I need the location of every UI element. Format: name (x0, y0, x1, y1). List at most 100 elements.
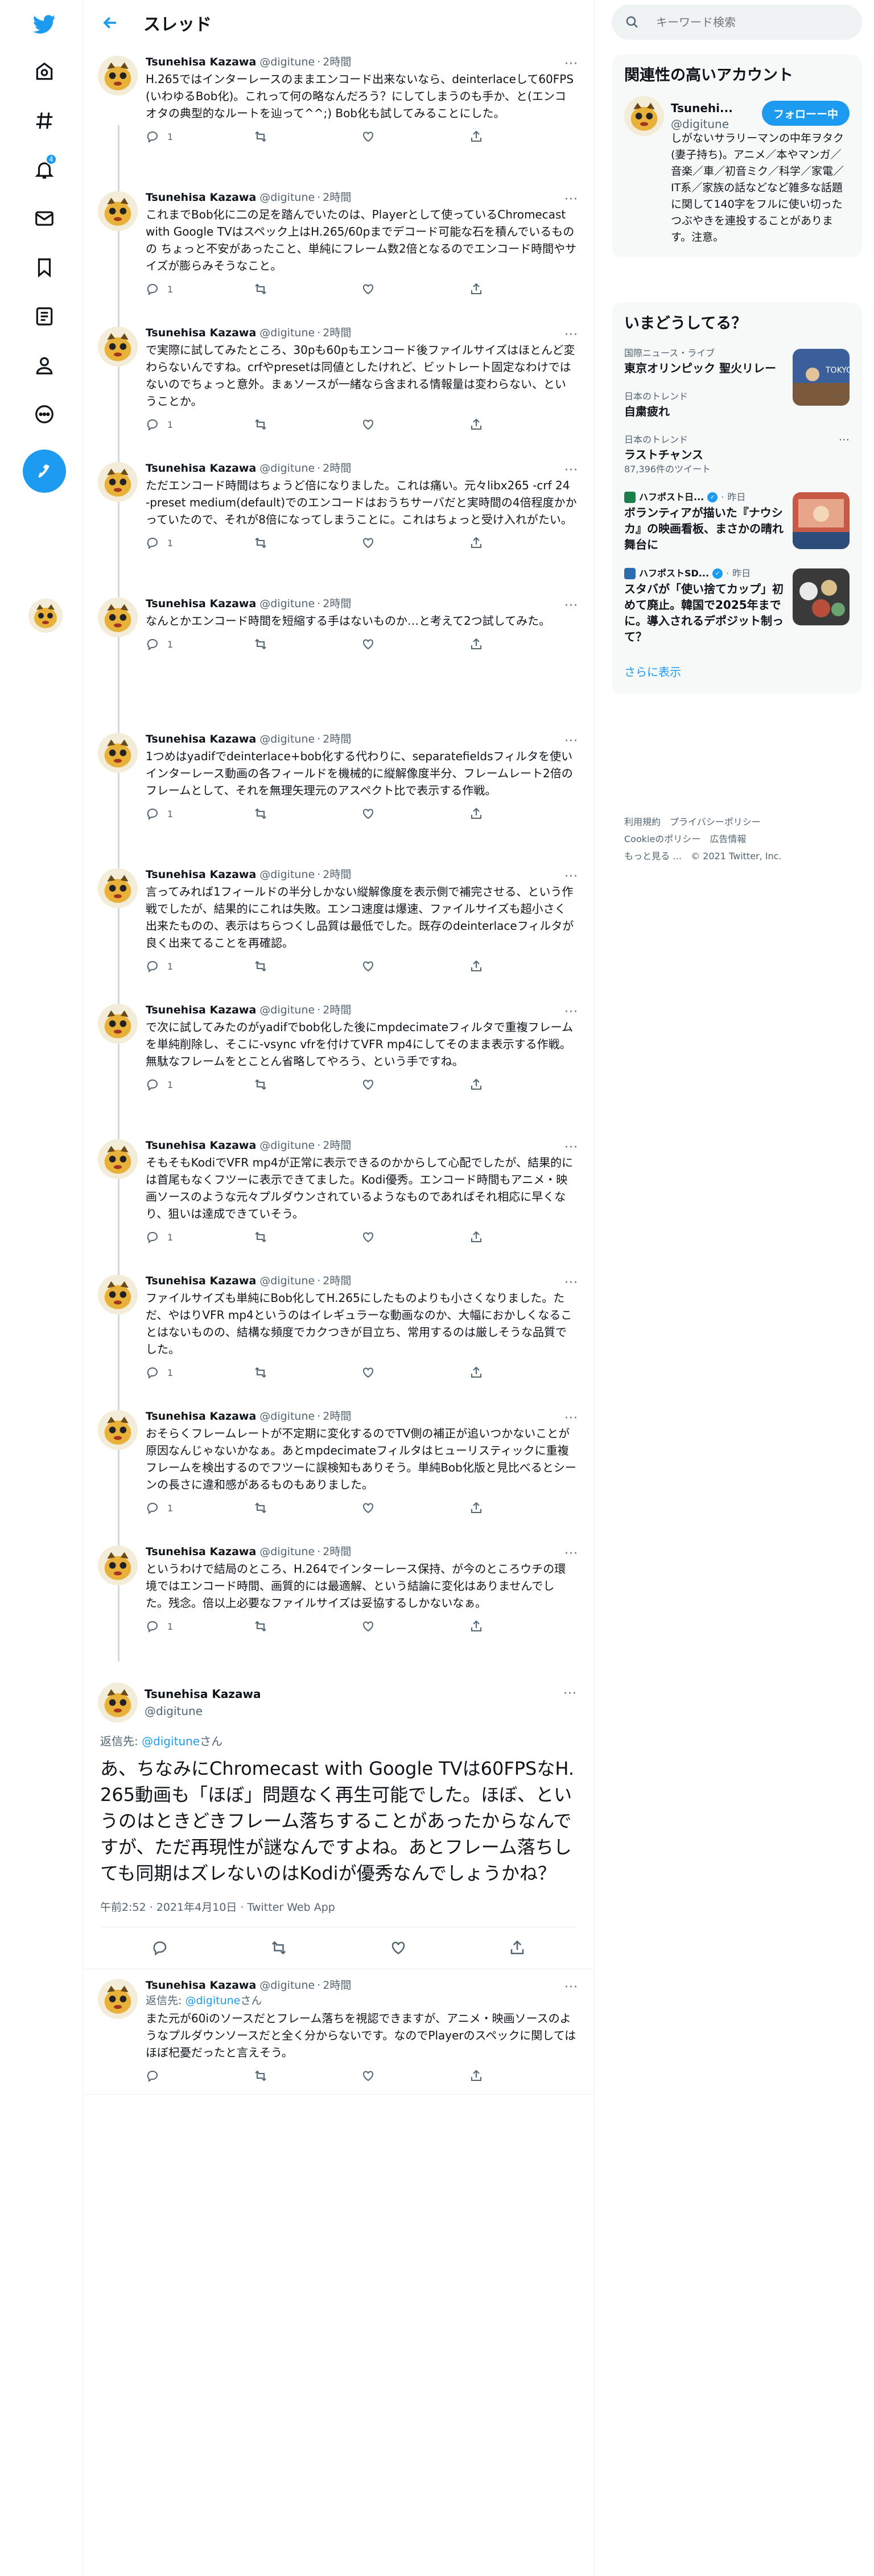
retweet-button[interactable] (254, 959, 362, 973)
more-icon[interactable]: ··· (564, 869, 578, 884)
author-handle[interactable]: @digitune (259, 1273, 315, 1288)
notifications-icon[interactable]: 4 (24, 149, 65, 190)
author-name[interactable]: Tsunehisa Kazawa (146, 1138, 256, 1153)
footer-link[interactable]: 広告情報 (710, 834, 746, 844)
more-icon[interactable]: ··· (564, 1140, 578, 1155)
related-name[interactable]: Tsunehi... (671, 100, 739, 116)
like-button[interactable] (361, 282, 469, 296)
author-name[interactable]: Tsunehisa Kazawa (146, 1409, 256, 1424)
replying-to-link[interactable]: @digitune (185, 1994, 240, 2007)
author-name[interactable]: Tsunehisa Kazawa (146, 1544, 256, 1559)
author-name[interactable]: Tsunehisa Kazawa (146, 596, 256, 611)
author-handle[interactable]: @digitune (259, 1003, 315, 1017)
tweet-time[interactable]: 2時間 (323, 55, 351, 69)
footer-link[interactable]: Cookieのポリシー (624, 834, 700, 844)
twitter-logo-icon[interactable] (24, 3, 65, 44)
reply-button[interactable]: 1 (146, 536, 254, 550)
related-account[interactable]: Tsunehi... @digitune フォローー中 しがないサラリーマンの中… (612, 93, 862, 257)
more-icon[interactable]: ··· (839, 390, 850, 403)
tweet-time[interactable]: 2時間 (323, 1544, 351, 1559)
author-handle[interactable]: @digitune (259, 1544, 315, 1559)
avatar[interactable] (98, 1004, 138, 1044)
thread-tweet[interactable]: ··· Tsunehisa Kazawa @digitune · 2時間 おそらくフレーム… (83, 1400, 594, 1535)
reply-button[interactable]: 1 (146, 130, 254, 143)
share-button[interactable] (469, 130, 578, 143)
more-icon[interactable]: ··· (839, 433, 850, 447)
thread-tweet[interactable]: ··· Tsunehisa Kazawa @digitune · 2時間 で実際に試してみ… (83, 316, 594, 452)
more-options-icon[interactable] (24, 394, 65, 435)
reply-button[interactable]: 1 (146, 418, 254, 431)
like-button[interactable] (361, 1230, 469, 1244)
like-button[interactable] (361, 1366, 469, 1379)
author-handle[interactable]: @digitune (259, 190, 315, 205)
avatar[interactable] (98, 1275, 138, 1314)
search-bar[interactable] (612, 5, 862, 40)
author-handle[interactable]: @digitune (259, 1978, 315, 1993)
messages-icon[interactable] (24, 198, 65, 239)
avatar[interactable] (624, 96, 664, 136)
tweet-time[interactable]: 2時間 (323, 732, 351, 747)
search-input[interactable] (656, 15, 850, 29)
share-button[interactable] (469, 1619, 578, 1633)
retweet-icon[interactable] (270, 1939, 287, 1956)
retweet-button[interactable] (254, 807, 362, 821)
avatar[interactable] (98, 1683, 138, 1722)
more-icon[interactable]: ··· (564, 599, 578, 613)
news-item[interactable]: ハフポストSD... ✓ · 昨日 スタバが「使い捨てカップ」初めて廃止。韓国で202… (612, 560, 862, 653)
thread-tweet[interactable]: ··· Tsunehisa Kazawa @digitune · 2時間 で次に試してみた… (83, 994, 594, 1129)
more-icon[interactable]: ··· (564, 57, 578, 71)
replying-to-link[interactable]: @digitune (142, 1734, 200, 1748)
author-handle[interactable]: @digitune (259, 596, 315, 611)
share-icon[interactable] (509, 1939, 526, 1956)
avatar[interactable] (98, 1979, 138, 2019)
following-button[interactable]: フォローー中 (761, 101, 850, 126)
like-button[interactable] (361, 1501, 469, 1515)
more-icon[interactable]: ··· (564, 1276, 578, 1290)
lists-icon[interactable] (24, 296, 65, 337)
author-name[interactable]: Tsunehisa Kazawa (146, 1273, 256, 1288)
footer-link[interactable]: 利用規約 (624, 817, 661, 827)
thread-tweet[interactable]: ··· Tsunehisa Kazawa @digitune · 2時間 言ってみれば1フ… (83, 858, 594, 994)
author-name[interactable]: Tsunehisa Kazawa (146, 325, 256, 340)
like-button[interactable] (361, 130, 469, 143)
tweet-time[interactable]: 2時間 (323, 1273, 351, 1288)
thread-tweet[interactable]: ··· Tsunehisa Kazawa @digitune · 2時間 というわけで結局… (83, 1535, 594, 1671)
more-icon[interactable]: ··· (564, 463, 578, 477)
trend-item[interactable]: 日本のトレンド ラストチャンス 87,396件のツイート ··· (612, 427, 862, 484)
retweet-button[interactable] (254, 130, 362, 143)
avatar[interactable] (98, 1545, 138, 1585)
author-name[interactable]: Tsunehisa Kazawa (146, 1003, 256, 1017)
avatar[interactable] (98, 1139, 138, 1179)
author-name[interactable]: Tsunehisa Kazawa (146, 1978, 256, 1993)
more-icon[interactable]: ··· (564, 1411, 578, 1425)
author-handle[interactable]: @digitune (259, 1409, 315, 1424)
avatar[interactable] (98, 1410, 138, 1450)
more-icon[interactable]: ··· (564, 328, 578, 342)
avatar[interactable] (98, 191, 138, 231)
author-handle[interactable]: @digitune (259, 867, 315, 882)
trend-item[interactable]: 日本のトレンド 自粛疲れ ··· (612, 384, 862, 427)
retweet-button[interactable] (254, 637, 362, 651)
more-icon[interactable]: ··· (564, 1005, 578, 1019)
author-name[interactable]: Tsunehisa Kazawa (146, 55, 256, 69)
profile-icon[interactable] (24, 345, 65, 386)
share-button[interactable] (469, 418, 578, 431)
footer-link[interactable]: プライバシーポリシー (670, 817, 761, 827)
related-handle[interactable]: @digitune (671, 116, 739, 132)
bookmarks-icon[interactable] (24, 247, 65, 288)
like-button[interactable] (361, 536, 469, 550)
more-icon[interactable]: ··· (564, 734, 578, 748)
avatar[interactable] (98, 597, 138, 637)
tweet-time[interactable]: 2時間 (323, 1003, 351, 1017)
tweet-time[interactable]: 2時間 (323, 1978, 351, 1993)
tweet-time[interactable]: 2時間 (323, 1409, 351, 1424)
more-icon[interactable]: ··· (563, 1687, 577, 1701)
reply-button[interactable]: 1 (146, 1619, 254, 1633)
avatar[interactable] (98, 733, 138, 773)
share-button[interactable] (469, 807, 578, 821)
reply-button[interactable]: 1 (146, 1078, 254, 1091)
thread-tweet[interactable]: ··· Tsunehisa Kazawa @digitune · 2時間 ファイルサイズも… (83, 1264, 594, 1400)
reply-button[interactable]: 1 (146, 1501, 254, 1515)
share-button[interactable] (469, 1501, 578, 1515)
author-handle[interactable]: @digitune (145, 1703, 265, 1720)
